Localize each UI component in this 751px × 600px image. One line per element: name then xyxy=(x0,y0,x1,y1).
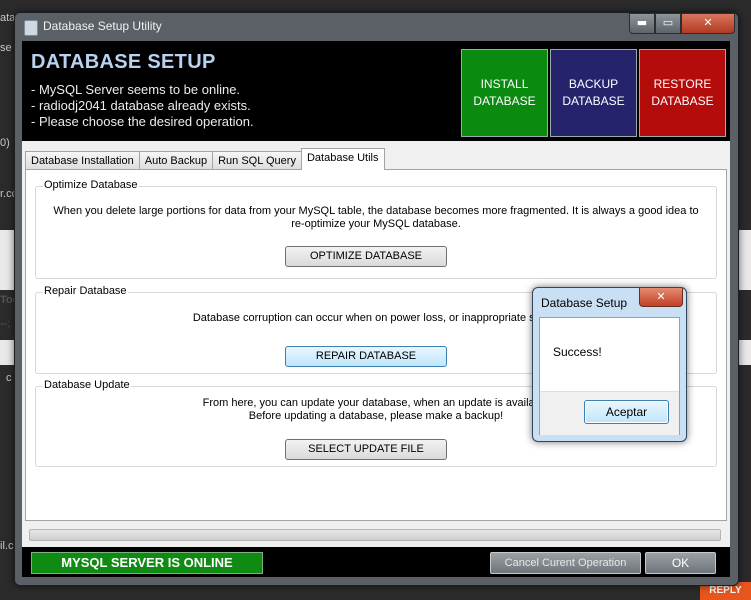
app-icon xyxy=(24,20,38,36)
close-button[interactable]: ✕ xyxy=(681,13,735,34)
tab-database-installation[interactable]: Database Installation xyxy=(25,151,140,170)
dialog-message: Success! xyxy=(553,345,602,359)
cancel-operation-button[interactable]: Cancel Curent Operation xyxy=(490,552,641,574)
optimize-database-label: Optimize Database xyxy=(43,179,139,191)
select-update-file-button[interactable]: SELECT UPDATE FILE xyxy=(285,439,447,460)
install-database-button[interactable]: INSTALL DATABASE xyxy=(461,49,548,137)
maximize-button[interactable]: ▭ xyxy=(655,13,681,34)
background-text: 0) xyxy=(0,137,10,149)
install-database-label: INSTALL DATABASE xyxy=(473,77,536,108)
backup-database-button[interactable]: BACKUP DATABASE xyxy=(550,49,637,137)
header-status-line: - radiodj2041 database already exists. xyxy=(31,98,251,113)
backup-database-label: BACKUP DATABASE xyxy=(562,77,625,108)
header-status-line: - MySQL Server seems to be online. xyxy=(31,82,241,97)
optimize-database-group: Optimize Database When you delete large … xyxy=(35,179,717,279)
tab-run-sql-query[interactable]: Run SQL Query xyxy=(212,151,302,170)
accept-button[interactable]: Aceptar xyxy=(584,400,669,424)
window-controls: ▬ ▭ ✕ xyxy=(629,13,735,34)
dialog-title: Database Setup xyxy=(541,296,628,310)
header-title: DATABASE SETUP xyxy=(31,51,216,73)
success-dialog: Database Setup ✕ Success! Aceptar xyxy=(532,287,687,442)
minimize-button[interactable]: ▬ xyxy=(629,13,655,34)
optimize-description: re-optimize your MySQL database. xyxy=(291,218,461,230)
tab-strip: Database Installation Auto Backup Run SQ… xyxy=(25,148,385,170)
header-status-line: - Please choose the desired operation. xyxy=(31,114,254,129)
dialog-footer: Aceptar xyxy=(540,391,679,435)
window-title: Database Setup Utility xyxy=(43,19,162,33)
background-text: --; xyxy=(0,318,11,330)
tab-auto-backup[interactable]: Auto Backup xyxy=(138,151,214,170)
background-text: il.c xyxy=(0,540,14,552)
database-update-label: Database Update xyxy=(43,379,131,391)
restore-database-button[interactable]: RESTORE DATABASE xyxy=(639,49,726,137)
ok-button[interactable]: OK xyxy=(645,552,716,574)
dialog-close-button[interactable]: ✕ xyxy=(639,288,683,307)
header-panel: DATABASE SETUP - MySQL Server seems to b… xyxy=(22,41,730,141)
mysql-status-badge: MYSQL SERVER IS ONLINE xyxy=(31,552,263,574)
dialog-body: Success! Aceptar xyxy=(539,317,680,435)
operation-progress-bar xyxy=(29,529,721,541)
window-titlebar[interactable]: Database Setup Utility ▬ ▭ ✕ xyxy=(15,13,738,41)
repair-database-label: Repair Database xyxy=(43,285,128,297)
background-text: se xyxy=(0,42,12,54)
optimize-description: When you delete large portions for data … xyxy=(53,205,699,217)
repair-database-button[interactable]: REPAIR DATABASE xyxy=(285,346,447,367)
restore-database-label: RESTORE DATABASE xyxy=(651,77,714,108)
tab-database-utils[interactable]: Database Utils xyxy=(300,148,385,170)
optimize-database-button[interactable]: OPTIMIZE DATABASE xyxy=(285,246,447,267)
footer-bar: MYSQL SERVER IS ONLINE Cancel Curent Ope… xyxy=(22,547,730,577)
background-text: c xyxy=(6,372,12,384)
